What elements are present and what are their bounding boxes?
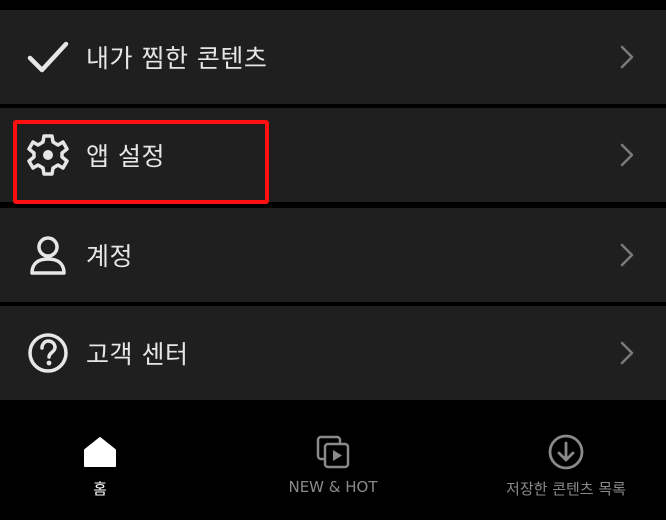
tab-home[interactable]: 홈 [55, 402, 145, 520]
menu-item-label: 계정 [86, 242, 134, 271]
home-icon [80, 432, 120, 472]
download-icon [546, 432, 586, 472]
new-hot-icon [313, 432, 353, 472]
menu-item-my-list[interactable]: 내가 찜한 콘텐츠 [0, 10, 666, 104]
help-icon [26, 331, 70, 375]
menu-item-label: 내가 찜한 콘텐츠 [86, 44, 268, 73]
chevron-right-icon [618, 140, 636, 170]
menu-item-label: 앱 설정 [86, 142, 165, 171]
chevron-right-icon [618, 240, 636, 270]
checkmark-icon [26, 35, 70, 79]
gear-icon [26, 133, 70, 177]
tab-downloads[interactable]: 저장한 콘텐츠 목록 [496, 402, 636, 520]
menu-item-help-center[interactable]: 고객 센터 [0, 306, 666, 400]
menu-item-label: 고객 센터 [86, 340, 189, 369]
bottom-tab-bar: 홈 NEW & HOT 저장한 콘텐츠 목록 [0, 402, 666, 520]
tab-label: NEW & HOT [288, 478, 378, 496]
chevron-right-icon [618, 338, 636, 368]
menu-item-app-settings[interactable]: 앱 설정 [0, 108, 666, 202]
tab-label: 저장한 콘텐츠 목록 [506, 480, 626, 498]
tab-new-hot[interactable]: NEW & HOT [273, 402, 393, 520]
user-icon [26, 233, 70, 277]
chevron-right-icon [618, 42, 636, 72]
app-screen: 내가 찜한 콘텐츠 앱 설정 계정 고객 센터 홈 NEW & HOT 저장한 … [0, 0, 666, 520]
menu-item-account[interactable]: 계정 [0, 208, 666, 302]
tab-label: 홈 [93, 480, 107, 498]
